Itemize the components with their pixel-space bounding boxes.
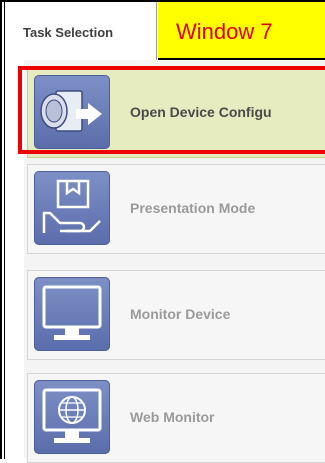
tab-label: Task Selection <box>23 25 114 40</box>
window-frame-inner <box>4 0 5 459</box>
task-label: Open Device Configu <box>130 104 272 120</box>
window-annotation-label: Window 7 <box>158 2 325 60</box>
task-label: Web Monitor <box>130 409 215 425</box>
task-presentation-mode[interactable]: Presentation Mode <box>27 164 325 254</box>
window-annotation-text: Window 7 <box>176 19 273 44</box>
device-configuration-icon <box>34 75 110 149</box>
monitor-icon <box>34 277 110 351</box>
task-web-monitor[interactable]: Web Monitor <box>27 373 325 463</box>
task-label: Monitor Device <box>130 306 231 322</box>
web-monitor-globe-icon <box>34 380 110 454</box>
presentation-hand-icon <box>34 171 110 245</box>
window-frame-left <box>0 0 2 459</box>
task-label: Presentation Mode <box>130 200 256 216</box>
tab-task-selection[interactable]: Task Selection <box>5 2 157 60</box>
task-open-device-configuration[interactable]: Open Device Configu <box>27 68 325 158</box>
task-monitor-device[interactable]: Monitor Device <box>27 270 325 360</box>
